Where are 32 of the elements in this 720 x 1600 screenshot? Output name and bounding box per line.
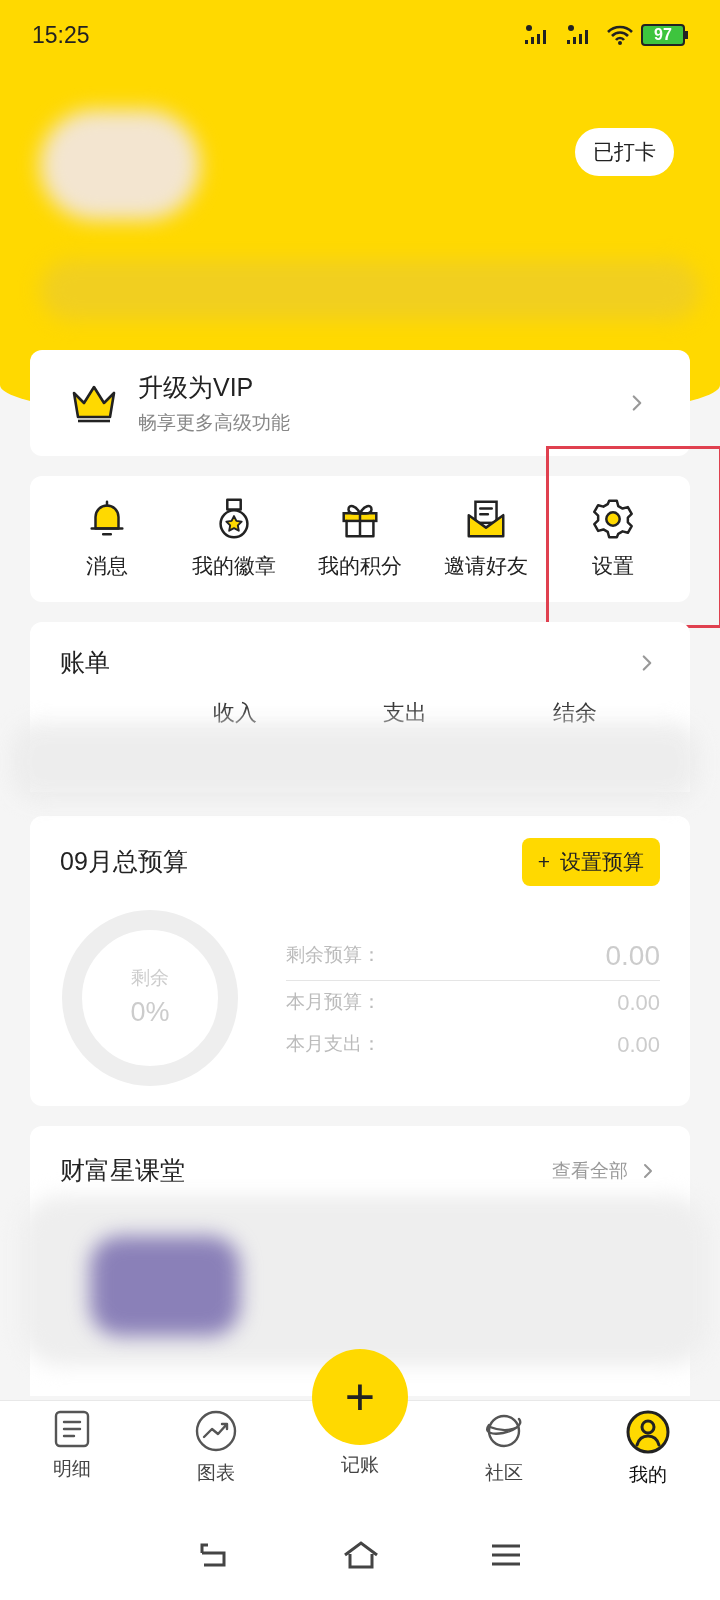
menu-icon[interactable] bbox=[490, 1542, 522, 1568]
course-title: 财富星课堂 bbox=[60, 1155, 185, 1186]
shortcut-button[interactable]: 设置 bbox=[589, 496, 636, 582]
vip-subtitle: 畅享更多高级功能 bbox=[138, 410, 291, 435]
tab-button[interactable]: 图表 bbox=[144, 1409, 288, 1488]
user-icon bbox=[625, 1409, 671, 1455]
budget-label: 本月预算： bbox=[286, 989, 381, 1014]
tab-button[interactable]: 明细 bbox=[0, 1409, 144, 1484]
checked-in-button[interactable]: 已打卡 bbox=[575, 128, 674, 176]
budget-label: 本月支出： bbox=[286, 1031, 381, 1056]
budget-label: 剩余预算： bbox=[286, 943, 381, 968]
shortcut-button[interactable]: 我的积分 bbox=[318, 496, 402, 582]
bill-column-label: 收入 bbox=[213, 698, 257, 727]
shortcut-button[interactable]: 邀请好友 bbox=[444, 496, 529, 582]
bill-column-label: 结余 bbox=[553, 698, 597, 727]
tab-button[interactable]: 我的 bbox=[576, 1409, 720, 1490]
shortcut-button[interactable]: 我的徽章 bbox=[191, 496, 276, 582]
add-icon: + bbox=[312, 1349, 408, 1445]
tab-button[interactable]: 社区 bbox=[432, 1409, 576, 1488]
battery-indicator: 97 bbox=[641, 24, 688, 46]
shortcut-button[interactable]: 消息 bbox=[84, 496, 131, 582]
set-budget-button[interactable]: + 设置预算 bbox=[521, 838, 660, 886]
bill-title: 账单 bbox=[60, 647, 110, 678]
wifi-icon bbox=[607, 24, 633, 46]
bill-column-label: 支出 bbox=[383, 698, 427, 727]
vip-title: 升级为VIP bbox=[138, 372, 255, 403]
status-time: 15:25 bbox=[32, 20, 90, 50]
trend-chart-icon bbox=[194, 1409, 238, 1453]
tab-button[interactable]: + 记账 bbox=[288, 1349, 432, 1480]
home-icon[interactable] bbox=[342, 1540, 380, 1570]
budget-title: 09月总预算 bbox=[60, 846, 188, 878]
document-icon bbox=[52, 1409, 92, 1449]
